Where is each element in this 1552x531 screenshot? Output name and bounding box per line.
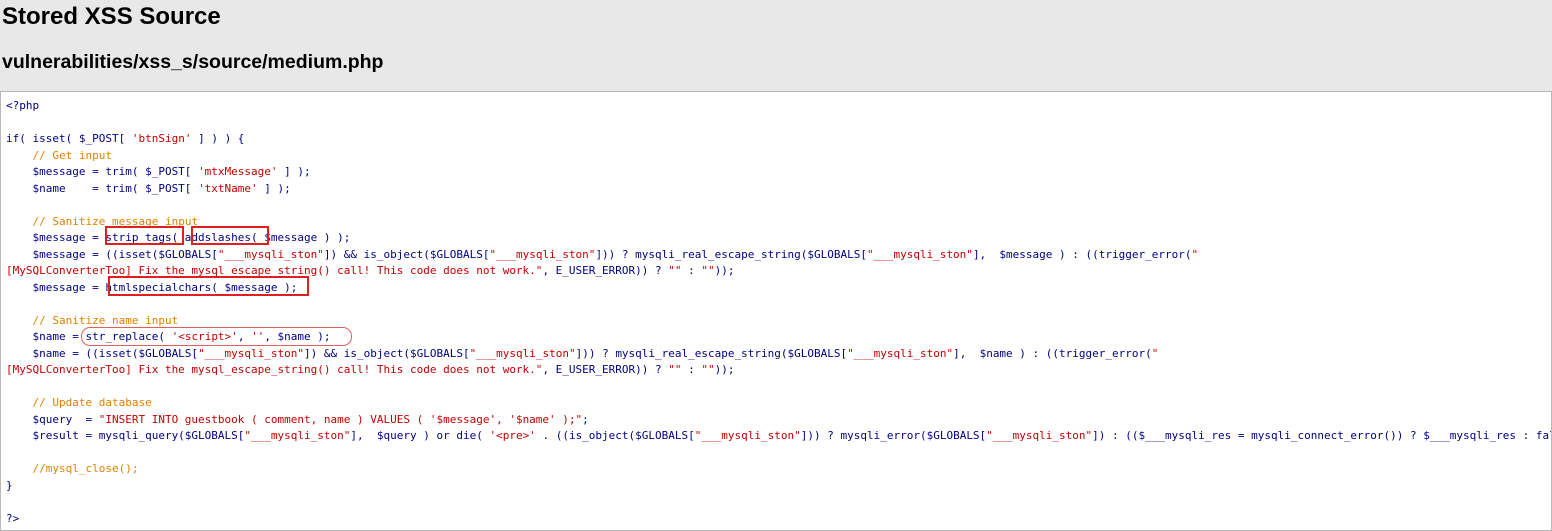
- code-string: "": [668, 264, 682, 277]
- code-line: }: [6, 478, 1551, 495]
- code-string: '': [251, 330, 265, 343]
- code-token: $message = htmlspecialchars( $message );: [6, 280, 298, 294]
- code-token: ]) && is_object($GLOBALS[: [304, 346, 470, 360]
- code-token: $message = strip_tags( addslashes( $mess…: [6, 231, 351, 244]
- code-string: [MySQLConverterToo] Fix the mysql_escape…: [6, 264, 543, 277]
- code-string: "": [701, 363, 715, 376]
- code-string: 'mtxMessage': [198, 165, 278, 178]
- code-string: "___mysqli_ston": [866, 247, 973, 261]
- code-token: ] );: [277, 165, 311, 178]
- code-string: "___mysqli_ston": [198, 346, 305, 360]
- php-source-code: <?php if( isset( $_POST[ 'btnSign' ] ) )…: [6, 98, 1552, 528]
- code-comment: // Sanitize message input: [32, 214, 199, 228]
- code-token: }: [6, 478, 13, 492]
- code-token: ));: [714, 264, 735, 277]
- code-line: $message = trim( $_POST[ 'mtxMessage' ] …: [6, 164, 1551, 181]
- code-token: , $name );: [264, 330, 331, 343]
- code-token: ], $name ) : ((trigger_error(: [953, 346, 1152, 360]
- code-line: $name = str_replace( '<script>', '', $na…: [6, 329, 1551, 346]
- source-code-panel: <?php if( isset( $_POST[ 'btnSign' ] ) )…: [0, 91, 1552, 531]
- code-token: $name = ((isset($GLOBALS[: [6, 346, 199, 360]
- code-token: , E_USER_ERROR)) ?: [542, 264, 669, 277]
- code-comment: // Get input: [32, 148, 112, 162]
- code-token: $name = trim( $_POST[: [6, 181, 199, 195]
- code-token: ])) ? mysqli_real_escape_string($GLOBALS…: [575, 346, 848, 360]
- code-string: ": [1151, 346, 1159, 360]
- page-title: Stored XSS Source: [2, 3, 221, 30]
- code-token: if( isset( $_POST[: [6, 132, 132, 145]
- code-string: "___mysqli_ston": [986, 429, 1093, 442]
- code-line: [MySQLConverterToo] Fix the mysql_escape…: [6, 362, 1551, 379]
- code-token: $query =: [6, 412, 99, 426]
- code-token: :: [681, 363, 702, 376]
- code-line: $name = ((isset($GLOBALS["___mysqli_ston…: [6, 346, 1551, 363]
- code-line: //mysql_close();: [6, 461, 1551, 478]
- code-token: . ((is_object($GLOBALS[: [535, 429, 695, 442]
- code-line: $message = ((isset($GLOBALS["___mysqli_s…: [6, 247, 1551, 264]
- code-string: "": [668, 363, 682, 376]
- code-token: ]) : (($___mysqli_res = mysqli_connect_e…: [1092, 429, 1552, 442]
- code-string: "___mysqli_ston": [694, 429, 801, 442]
- code-token: $result = mysqli_query($GLOBALS[: [6, 429, 245, 442]
- code-line: // Sanitize message input: [6, 214, 1551, 231]
- code-token: <?php: [6, 99, 40, 112]
- code-token: $message = trim( $_POST[: [6, 165, 199, 178]
- code-string: '<script>': [171, 330, 238, 343]
- code-comment: //mysql_close();: [32, 462, 139, 475]
- code-token: ] ) ) {: [191, 132, 245, 145]
- code-string: "___mysqli_ston": [217, 247, 324, 261]
- code-string: "___mysqli_ston": [489, 247, 596, 261]
- code-token: $name = str_replace(: [6, 330, 172, 343]
- code-comment: // Update database: [32, 396, 152, 409]
- code-token: ]) && is_object($GLOBALS[: [323, 247, 490, 261]
- code-string: [MySQLConverterToo] Fix the mysql_escape…: [6, 363, 543, 376]
- code-line: // Update database: [6, 395, 1551, 412]
- source-file-path: vulnerabilities/xss_s/source/medium.php: [2, 51, 384, 73]
- code-string: "": [701, 264, 715, 277]
- code-line: if( isset( $_POST[ 'btnSign' ] ) ) {: [6, 131, 1551, 148]
- code-string: "INSERT INTO guestbook ( comment, name )…: [98, 412, 583, 426]
- code-comment: // Sanitize name input: [32, 313, 179, 327]
- code-string: "___mysqli_ston": [847, 346, 954, 360]
- code-token: , E_USER_ERROR)) ?: [542, 363, 669, 376]
- code-string: 'btnSign': [131, 132, 192, 145]
- code-token: ])) ? mysqli_error($GLOBALS[: [800, 429, 987, 442]
- code-token: :: [681, 264, 702, 277]
- code-string: "___mysqli_ston": [244, 429, 351, 442]
- code-token: ])) ? mysqli_real_escape_string($GLOBALS…: [595, 247, 867, 261]
- code-line: $name = trim( $_POST[ 'txtName' ] );: [6, 181, 1551, 198]
- code-line: ?>: [6, 511, 1551, 528]
- code-token: ;: [582, 412, 589, 426]
- code-token: ));: [714, 363, 735, 376]
- code-string: 'txtName': [198, 181, 258, 195]
- code-line: <?php: [6, 98, 1551, 115]
- code-string: ": [1191, 247, 1199, 261]
- code-line: $query = "INSERT INTO guestbook ( commen…: [6, 412, 1551, 429]
- code-line: [MySQLConverterToo] Fix the mysql_escape…: [6, 263, 1551, 280]
- code-token: ?>: [6, 511, 20, 525]
- code-token: ] );: [257, 181, 291, 195]
- code-token: ,: [237, 330, 252, 343]
- code-line: $result = mysqli_query($GLOBALS["___mysq…: [6, 428, 1552, 445]
- code-line: $message = strip_tags( addslashes( $mess…: [6, 230, 1551, 247]
- code-token: ], $message ) : ((trigger_error(: [972, 247, 1192, 261]
- code-string: "___mysqli_ston": [469, 346, 576, 360]
- code-token: $message = ((isset($GLOBALS[: [6, 247, 218, 261]
- code-line: $message = htmlspecialchars( $message );: [6, 280, 1551, 297]
- code-token: ], $query ) or die(: [350, 429, 490, 442]
- code-string: '<pre>': [489, 429, 536, 442]
- code-line: // Sanitize name input: [6, 313, 1551, 330]
- code-line: // Get input: [6, 148, 1551, 165]
